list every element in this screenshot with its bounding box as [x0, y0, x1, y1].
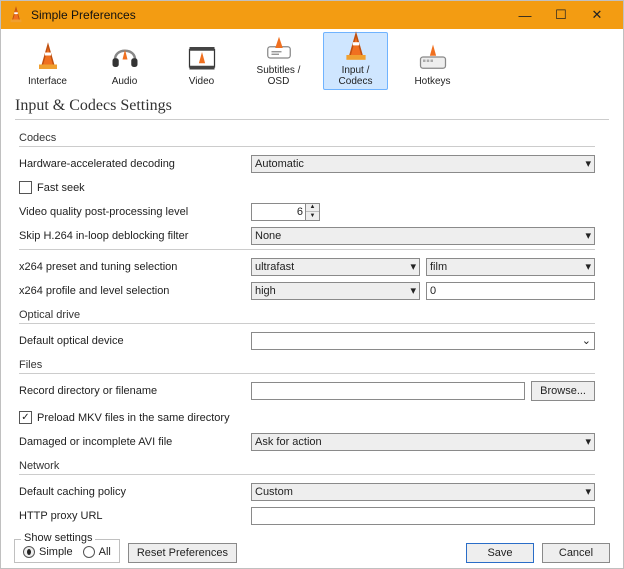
x264-preset-select[interactable]: ultrafast▾ — [251, 258, 420, 276]
pp-level-spinner[interactable]: ▲▼ — [306, 203, 320, 221]
tab-audio[interactable]: Audio — [92, 32, 157, 90]
chevron-down-icon: ⌄ — [582, 334, 591, 347]
browse-button[interactable]: Browse... — [531, 381, 595, 401]
show-settings-legend: Show settings — [21, 532, 95, 544]
divider — [19, 474, 595, 475]
close-button[interactable]: ✕ — [579, 1, 615, 29]
tab-label: Video — [189, 76, 214, 87]
category-tabs: Interface Audio Video Subtitles / OSD In… — [1, 31, 623, 91]
x264-tune-select[interactable]: film▾ — [426, 258, 595, 276]
avi-label: Damaged or incomplete AVI file — [19, 436, 251, 448]
reset-button[interactable]: Reset Preferences — [128, 543, 237, 563]
window-title: Simple Preferences — [31, 8, 507, 22]
maximize-button[interactable]: ☐ — [543, 1, 579, 29]
chevron-down-icon: ▾ — [585, 485, 591, 498]
divider — [19, 249, 595, 250]
x264-profile-select[interactable]: high▾ — [251, 282, 420, 300]
chevron-down-icon: ▾ — [585, 435, 591, 448]
tab-label: Hotkeys — [414, 76, 450, 87]
show-all-radio[interactable] — [83, 546, 95, 558]
fast-seek-label: Fast seek — [37, 182, 85, 194]
titlebar: Simple Preferences — ☐ ✕ — [1, 1, 623, 29]
tab-label: Input / Codecs — [324, 65, 387, 87]
app-icon — [7, 6, 25, 24]
divider — [19, 373, 595, 374]
x264-preset-label: x264 preset and tuning selection — [19, 261, 251, 273]
show-simple-radio[interactable] — [23, 546, 35, 558]
record-dir-label: Record directory or filename — [19, 385, 251, 397]
x264-level-input[interactable] — [426, 282, 595, 300]
proxy-input[interactable] — [251, 507, 595, 525]
tab-interface[interactable]: Interface — [15, 32, 80, 90]
optical-device-select[interactable]: ⌄ — [251, 332, 595, 350]
skip-deblock-label: Skip H.264 in-loop deblocking filter — [19, 230, 251, 242]
cache-label: Default caching policy — [19, 486, 251, 498]
cache-select[interactable]: Custom▾ — [251, 483, 595, 501]
group-network: Network — [19, 460, 595, 472]
pp-level-label: Video quality post-processing level — [19, 206, 251, 218]
show-settings-group: Show settings Simple All — [14, 539, 120, 563]
group-optical: Optical drive — [19, 309, 595, 321]
tab-label: Audio — [112, 76, 138, 87]
tab-hotkeys[interactable]: Hotkeys — [400, 32, 465, 90]
x264-profile-label: x264 profile and level selection — [19, 285, 251, 297]
settings-scroll[interactable]: Codecs Hardware-accelerated decoding Aut… — [1, 124, 623, 526]
tab-input-codecs[interactable]: Input / Codecs — [323, 32, 388, 90]
tab-label: Subtitles / OSD — [247, 65, 310, 87]
page-title: Input & Codecs Settings — [1, 91, 623, 117]
chevron-down-icon: ▾ — [585, 229, 591, 242]
show-simple-label: Simple — [39, 546, 73, 558]
divider — [19, 146, 595, 147]
hw-decoding-select[interactable]: Automatic▾ — [251, 155, 595, 173]
title-divider — [15, 119, 609, 120]
cancel-button[interactable]: Cancel — [542, 543, 610, 563]
tab-video[interactable]: Video — [169, 32, 234, 90]
preload-mkv-label: Preload MKV files in the same directory — [37, 412, 230, 424]
skip-deblock-select[interactable]: None▾ — [251, 227, 595, 245]
hw-decoding-label: Hardware-accelerated decoding — [19, 158, 251, 170]
bottom-bar: Show settings Simple All Reset Preferenc… — [0, 527, 624, 569]
record-dir-input[interactable] — [251, 382, 525, 400]
pp-level-input[interactable] — [251, 203, 306, 221]
tab-label: Interface — [28, 76, 67, 87]
group-files: Files — [19, 359, 595, 371]
show-all-label: All — [99, 546, 111, 558]
save-button[interactable]: Save — [466, 543, 534, 563]
preload-mkv-checkbox[interactable] — [19, 411, 32, 424]
optical-device-label: Default optical device — [19, 335, 251, 347]
group-codecs: Codecs — [19, 132, 595, 144]
fast-seek-checkbox[interactable] — [19, 181, 32, 194]
tab-subtitles[interactable]: Subtitles / OSD — [246, 32, 311, 90]
chevron-down-icon: ▾ — [410, 284, 416, 297]
minimize-button[interactable]: — — [507, 1, 543, 29]
chevron-down-icon: ▾ — [585, 260, 591, 273]
proxy-label: HTTP proxy URL — [19, 510, 251, 522]
divider — [19, 323, 595, 324]
chevron-down-icon: ▾ — [410, 260, 416, 273]
avi-select[interactable]: Ask for action▾ — [251, 433, 595, 451]
chevron-down-icon: ▾ — [585, 157, 591, 170]
